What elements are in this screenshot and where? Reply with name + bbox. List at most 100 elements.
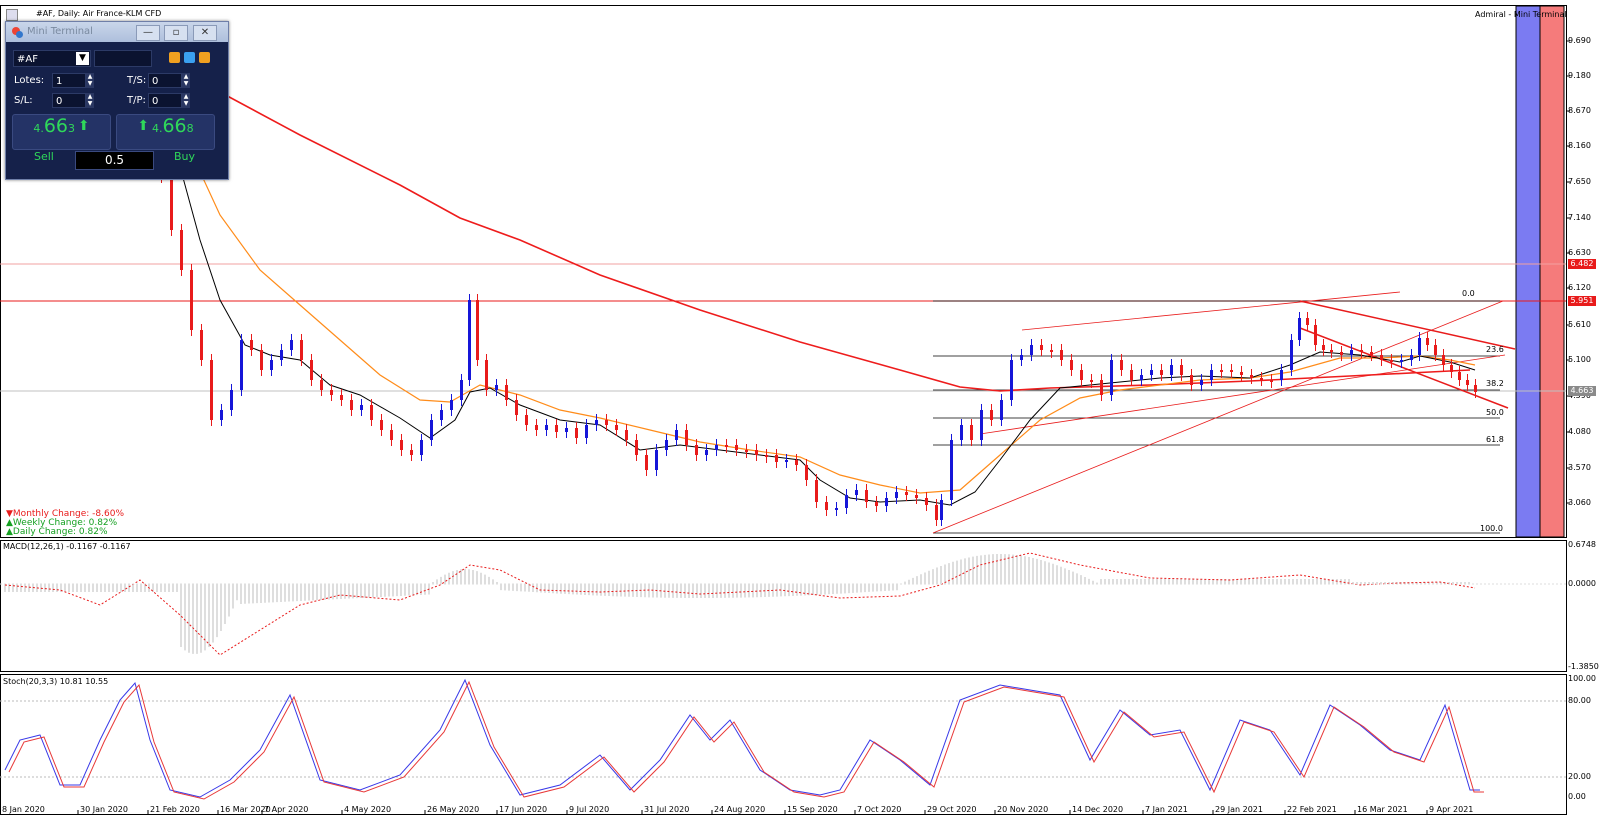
candle-body bbox=[450, 400, 453, 410]
tp-input[interactable]: 0 bbox=[148, 93, 182, 108]
ma-orange-line bbox=[189, 149, 1476, 494]
candle-body bbox=[915, 495, 918, 498]
candle-body bbox=[795, 460, 798, 465]
candle-body bbox=[1458, 372, 1461, 380]
candle-body bbox=[1230, 370, 1233, 372]
ma200-line bbox=[204, 83, 1471, 392]
candle-body bbox=[485, 360, 488, 390]
candle-body bbox=[1030, 345, 1033, 355]
red-zone-panel bbox=[1539, 5, 1565, 538]
candle-body bbox=[1130, 370, 1133, 380]
candle-body bbox=[980, 410, 983, 440]
candle-body bbox=[420, 440, 423, 455]
link-icon[interactable] bbox=[169, 52, 180, 63]
candle-body bbox=[515, 400, 518, 415]
buy-price-prefix: 4. bbox=[151, 122, 163, 135]
mini-terminal-titlebar[interactable]: Mini Terminal — ▫ ✕ bbox=[6, 22, 228, 42]
date-tick-label: 16 Mar 2021 bbox=[1357, 805, 1408, 814]
candle-body bbox=[1450, 365, 1453, 372]
candle-body bbox=[1322, 345, 1325, 350]
grid-icon[interactable] bbox=[199, 52, 210, 63]
candle-body bbox=[1160, 370, 1163, 375]
candle-body bbox=[960, 425, 963, 440]
minimize-button[interactable]: — bbox=[136, 25, 160, 41]
candle-body bbox=[280, 350, 283, 360]
candle-body bbox=[410, 450, 413, 455]
candle-body bbox=[170, 175, 173, 230]
candle-body bbox=[310, 360, 313, 380]
settings-icon[interactable] bbox=[184, 52, 195, 63]
lots-input[interactable]: 1 bbox=[52, 73, 86, 88]
candle-body bbox=[1400, 360, 1403, 362]
stoch-tick-label: 0.00 bbox=[1568, 792, 1586, 801]
blue-zone-panel bbox=[1515, 5, 1541, 538]
candle-body bbox=[675, 430, 678, 440]
ts-stepper[interactable]: ▲ ▼ bbox=[182, 73, 190, 88]
candle-body bbox=[1050, 350, 1053, 352]
candle-body bbox=[1140, 375, 1143, 380]
up-triangle-icon: ▲ bbox=[6, 527, 13, 537]
buy-button[interactable]: ⬆ 4.668 bbox=[116, 114, 215, 150]
chart-canvas[interactable] bbox=[0, 0, 1600, 819]
candle-body bbox=[390, 430, 393, 440]
lots-stepper[interactable]: ▲ ▼ bbox=[86, 73, 94, 88]
lot-size-input[interactable]: 0.5 bbox=[75, 151, 154, 170]
daily-change: ▲Daily Change: 0.82% bbox=[6, 527, 108, 537]
date-tick-label: 17 Jun 2020 bbox=[499, 805, 548, 814]
price-tick-label: 4.080 bbox=[1568, 427, 1591, 436]
candle-body bbox=[290, 340, 293, 350]
candle-body bbox=[1280, 370, 1283, 380]
candle-body bbox=[270, 360, 273, 370]
trendline-down-top bbox=[1299, 300, 1516, 350]
sl-input[interactable]: 0 bbox=[52, 93, 86, 108]
ts-input[interactable]: 0 bbox=[148, 73, 182, 88]
candle-body bbox=[1020, 355, 1023, 360]
candle-body bbox=[885, 498, 888, 506]
price-tag-lower: 5.951 bbox=[1568, 296, 1596, 306]
price-tick-label: 5.610 bbox=[1568, 320, 1591, 329]
candle-body bbox=[1260, 378, 1263, 380]
mini-terminal-title: Mini Terminal bbox=[27, 26, 93, 37]
candle-body bbox=[1180, 365, 1183, 375]
candle-body bbox=[1340, 352, 1343, 355]
price-tick-label: 6.630 bbox=[1568, 248, 1591, 257]
candle-body bbox=[430, 420, 433, 440]
buy-label[interactable]: Buy bbox=[174, 150, 195, 163]
candle-body bbox=[905, 492, 908, 495]
tp-stepper[interactable]: ▲ ▼ bbox=[182, 93, 190, 108]
fib-level-label: 23.6 bbox=[1486, 345, 1504, 354]
sell-button[interactable]: 4.663 ⬆ bbox=[12, 114, 111, 150]
candle-body bbox=[260, 350, 263, 370]
candle-body bbox=[350, 400, 353, 410]
close-button[interactable]: ✕ bbox=[193, 25, 217, 41]
date-tick-label: 7 Oct 2020 bbox=[857, 805, 902, 814]
chevron-down-icon[interactable]: ▼ bbox=[76, 52, 89, 65]
buy-price-tail: 8 bbox=[186, 122, 194, 135]
candle-body bbox=[855, 490, 858, 495]
candle-body bbox=[575, 428, 578, 438]
symbol-value: #AF bbox=[17, 54, 38, 65]
maximize-button[interactable]: ▫ bbox=[164, 25, 188, 41]
macd-tick-label: 0.6748 bbox=[1568, 540, 1596, 549]
stoch-tick-label: 80.00 bbox=[1568, 696, 1591, 705]
candle-body bbox=[1040, 345, 1043, 350]
buy-price-main: 66 bbox=[162, 115, 187, 137]
arrow-up-icon: ⬆ bbox=[77, 118, 90, 134]
date-tick-label: 30 Jan 2020 bbox=[80, 805, 128, 814]
candle-body bbox=[1370, 352, 1373, 355]
mini-terminal-window[interactable]: Mini Terminal — ▫ ✕ #AF ▼ Lotes: 1 ▲ ▼ T/… bbox=[5, 21, 229, 180]
price-tick-label: 3.060 bbox=[1568, 498, 1591, 507]
candle-body bbox=[950, 440, 953, 500]
chart-title: #AF, Daily: Air France-KLM CFD bbox=[36, 9, 162, 18]
price-tick-label: 8.670 bbox=[1568, 106, 1591, 115]
daily-change-text: Daily Change: 0.82% bbox=[12, 527, 108, 537]
candle-body bbox=[380, 420, 383, 430]
candle-body bbox=[970, 425, 973, 440]
candle-body bbox=[190, 270, 193, 330]
macd-label: MACD(12,26,1) -0.1167 -0.1167 bbox=[3, 542, 131, 551]
candle-body bbox=[370, 405, 373, 420]
candle-body bbox=[1090, 380, 1093, 382]
sl-stepper[interactable]: ▲ ▼ bbox=[86, 93, 94, 108]
sell-label[interactable]: Sell bbox=[34, 150, 54, 163]
stoch-tick-label: 100.00 bbox=[1568, 674, 1596, 683]
